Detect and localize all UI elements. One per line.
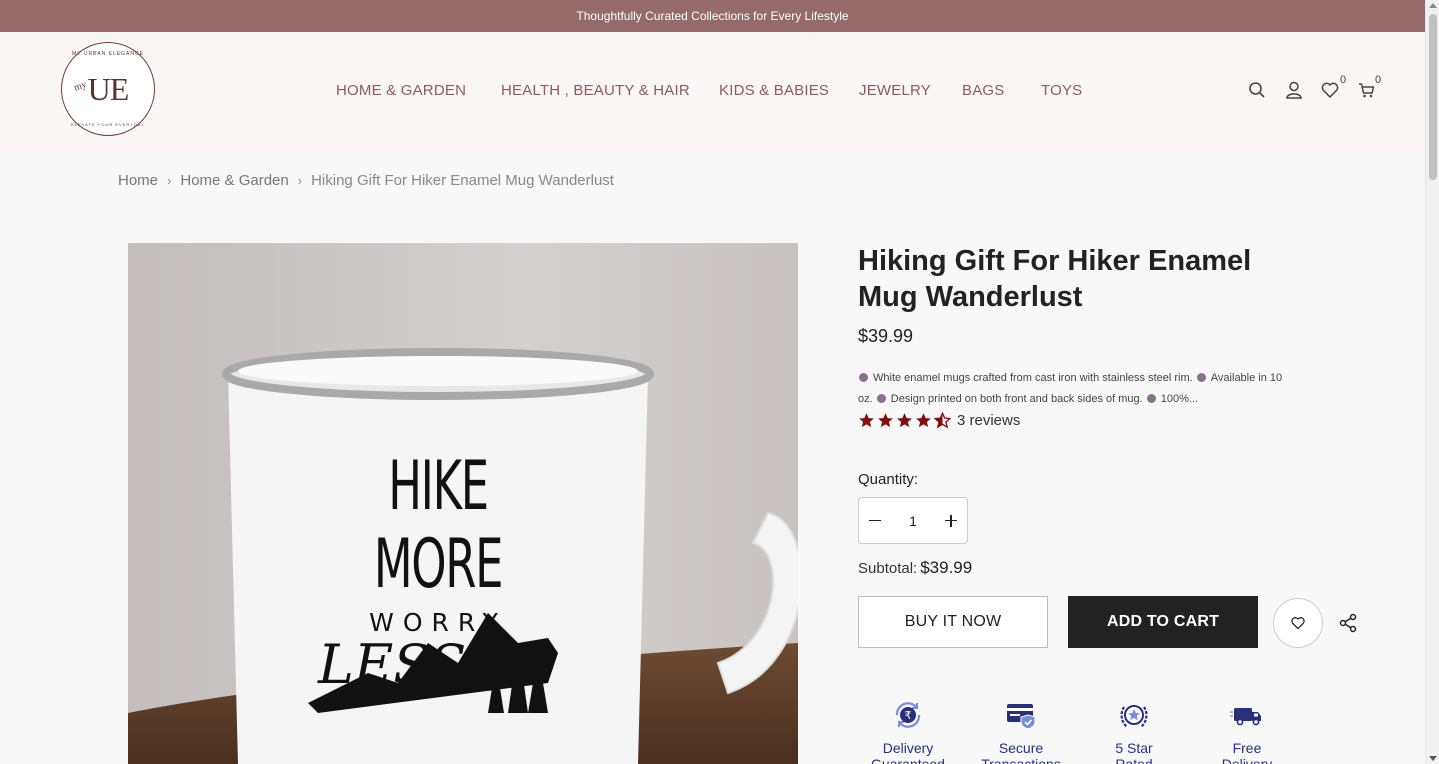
- cart-count: 0: [1375, 74, 1382, 86]
- subtotal-amount: $39.99: [920, 558, 973, 577]
- scrollbar-thumb[interactable]: [1429, 14, 1437, 180]
- product-rating[interactable]: 3 reviews: [858, 412, 1020, 429]
- quantity-label: Quantity:: [858, 471, 919, 488]
- product-image[interactable]: HIKE MORE WORRY LESS.: [128, 243, 798, 764]
- nav-item-kids-babies[interactable]: KIDS & BABIES: [719, 82, 829, 99]
- badge-label: Free: [1232, 740, 1262, 756]
- subtotal: Subtotal: $39.99: [858, 558, 972, 578]
- badge-5-star-rated: 5 Star Rated: [1084, 698, 1184, 764]
- svg-text:₹: ₹: [905, 709, 912, 722]
- plus-icon[interactable]: [943, 513, 959, 529]
- description-item: White enamel mugs crafted from cast iron…: [873, 372, 1193, 384]
- badge-label-secondary: Guaranteed: [871, 756, 945, 764]
- scroll-down-icon[interactable]: [1429, 756, 1437, 761]
- search-icon[interactable]: [1247, 80, 1267, 100]
- logo-ring-top: MY URBAN ELEGANCE: [72, 51, 144, 57]
- product-description: White enamel mugs crafted from cast iron…: [858, 368, 1298, 410]
- logo-my: my: [72, 79, 89, 94]
- badge-label: Secure: [998, 740, 1044, 756]
- breadcrumb-home[interactable]: Home: [118, 172, 158, 189]
- add-to-wishlist-button[interactable]: [1273, 598, 1323, 648]
- credit-card-icon: [1007, 704, 1036, 730]
- badge-label-secondary: Delivery: [1221, 756, 1273, 764]
- nav-item-jewelry[interactable]: JEWELRY: [859, 82, 931, 99]
- badge-free-delivery: Free Delivery: [1197, 698, 1297, 764]
- description-item: 100%...: [1160, 393, 1199, 405]
- scroll-up-icon[interactable]: [1429, 3, 1437, 8]
- add-to-cart-button[interactable]: ADD TO CART: [1068, 596, 1258, 648]
- badge-label-secondary: Transactions: [981, 756, 1061, 764]
- logo-ring-bottom: ELEVATE YOUR EVERYDAY: [71, 122, 145, 127]
- user-icon[interactable]: [1284, 80, 1304, 100]
- breadcrumb-current: Hiking Gift For Hiker Enamel Mug Wanderl…: [311, 172, 614, 189]
- nav-item-home-garden[interactable]: HOME & GARDEN: [336, 82, 466, 99]
- cart-icon[interactable]: [1357, 80, 1377, 100]
- chevron-right-icon: ›: [297, 173, 303, 188]
- bullet-icon: [1196, 373, 1206, 382]
- star-icon: [916, 413, 931, 428]
- announcement-bar: Thoughtfully Curated Collections for Eve…: [0, 0, 1425, 32]
- product-price: $39.99: [858, 326, 914, 346]
- nav-item-health-beauty-hair[interactable]: HEALTH , BEAUTY & HAIR: [501, 82, 690, 99]
- badge-label: 5 Star: [1115, 740, 1153, 756]
- chevron-right-icon: ›: [167, 173, 172, 188]
- star-award-icon: [1120, 705, 1148, 728]
- share-icon[interactable]: [1338, 613, 1358, 633]
- bullet-icon: [859, 373, 868, 382]
- minus-icon[interactable]: [867, 513, 883, 529]
- site-header: MY URBAN ELEGANCE my UE ELEVATE YOUR EVE…: [0, 32, 1425, 150]
- bullet-icon: [876, 394, 886, 403]
- page-scrollbar[interactable]: [1425, 0, 1439, 764]
- star-icon: [897, 413, 912, 428]
- wishlist-count: 0: [1340, 74, 1347, 86]
- product-title: Hiking Gift For Hiker Enamel Mug Wanderl…: [858, 245, 1252, 313]
- rupee-refresh-icon: ₹: [895, 702, 921, 728]
- star-icon: [859, 413, 874, 428]
- buy-now-button[interactable]: BUY IT NOW: [858, 596, 1048, 648]
- mountain-illustration: [308, 613, 558, 713]
- star-icon: [878, 413, 893, 428]
- badge-secure-transactions: Secure Transactions: [971, 698, 1071, 764]
- quantity-stepper: [858, 497, 968, 544]
- subtotal-label: Subtotal:: [858, 560, 918, 577]
- heart-icon: [1291, 617, 1305, 630]
- breadcrumb-home-garden[interactable]: Home & Garden: [180, 172, 288, 189]
- star-half-icon: [934, 412, 951, 429]
- breadcrumb: Home › Home & Garden › Hiking Gift For H…: [118, 172, 614, 189]
- badge-delivery-guaranteed: ₹ Delivery Guaranteed: [858, 698, 958, 764]
- nav-item-bags[interactable]: BAGS: [962, 82, 1004, 99]
- heart-icon[interactable]: [1320, 80, 1340, 100]
- bullet-icon: [1146, 394, 1156, 403]
- nav-item-toys[interactable]: TOYS: [1041, 82, 1082, 99]
- description-item: Design printed on both front and back si…: [890, 393, 1143, 405]
- badge-label: Delivery: [882, 740, 934, 756]
- quantity-input[interactable]: [898, 512, 928, 529]
- reviews-count[interactable]: 3 reviews: [957, 412, 1020, 429]
- logo-mark: UE: [87, 70, 130, 107]
- delivery-truck-icon: [1230, 708, 1261, 726]
- announcement-text: Thoughtfully Curated Collections for Eve…: [576, 9, 849, 23]
- badge-label-secondary: Rated: [1115, 756, 1153, 764]
- site-logo[interactable]: MY URBAN ELEGANCE my UE ELEVATE YOUR EVE…: [61, 42, 155, 136]
